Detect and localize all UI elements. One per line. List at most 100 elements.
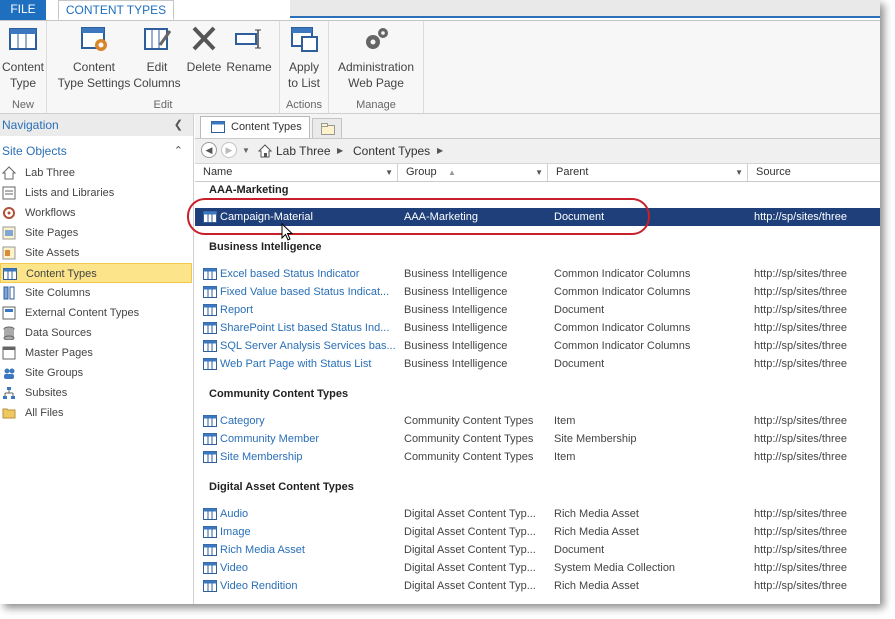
- nav-item-subsites[interactable]: Subsites: [0, 383, 192, 403]
- nav-item-lists-and-libraries[interactable]: Lists and Libraries: [0, 183, 192, 203]
- chevron-up-icon[interactable]: ⌃: [174, 141, 183, 161]
- history-dropdown-icon[interactable]: ▼: [242, 139, 250, 163]
- cell-source: http://sp/sites/three: [754, 286, 847, 298]
- column-header-name[interactable]: Name ▼: [195, 164, 398, 181]
- cell-group: Digital Asset Content Typ...: [404, 580, 536, 592]
- table-row[interactable]: Category Community Content Types Item http:…: [195, 412, 880, 430]
- rename-button[interactable]: Rename: [225, 25, 273, 75]
- tab-content-types[interactable]: CONTENT TYPES: [58, 0, 174, 20]
- table-row[interactable]: SQL Server Analysis Services bas... Busin…: [195, 337, 880, 355]
- cell-source: http://sp/sites/three: [754, 304, 847, 316]
- tab-file[interactable]: FILE: [0, 0, 46, 20]
- table-row[interactable]: Fixed Value based Status Indicat... Busin…: [195, 283, 880, 301]
- breadcrumb-item-content-types[interactable]: Content Types: [353, 139, 430, 163]
- content-type-icon: [211, 121, 225, 133]
- cell-name[interactable]: Excel based Status Indicator: [220, 265, 395, 283]
- tab-content-types-document[interactable]: Content Types: [200, 116, 310, 138]
- content-type-button[interactable]: Content Type: [0, 25, 46, 91]
- cell-parent: Rich Media Asset: [554, 526, 639, 538]
- cell-name[interactable]: Web Part Page with Status List: [220, 355, 395, 373]
- new-tab-button[interactable]: [312, 118, 342, 138]
- table-row[interactable]: Video Digital Asset Content Typ... System …: [195, 559, 880, 577]
- group-label-edit: Edit: [153, 99, 173, 111]
- administration-web-page-button[interactable]: Administration Web Page: [329, 25, 423, 91]
- delete-label: Delete: [186, 60, 222, 74]
- nav-item-external-content-types[interactable]: External Content Types: [0, 303, 192, 323]
- apply-list-icon: [291, 27, 318, 52]
- table-row[interactable]: SharePoint List based Status Ind... Busin…: [195, 319, 880, 337]
- table-row[interactable]: Campaign-Material AAA-Marketing Document ht…: [195, 208, 880, 226]
- cell-name[interactable]: SharePoint List based Status Ind...: [220, 319, 395, 337]
- nav-item-site-groups[interactable]: Site Groups: [0, 363, 192, 383]
- collapse-left-icon[interactable]: ❮: [174, 114, 183, 136]
- nav-item-site-columns[interactable]: Site Columns: [0, 283, 192, 303]
- cell-name[interactable]: Campaign-Material: [220, 208, 395, 226]
- home-icon: [258, 144, 272, 158]
- content-type-icon: [9, 28, 37, 50]
- breadcrumb-item-lab-three[interactable]: Lab Three: [276, 139, 331, 163]
- cell-name[interactable]: Audio: [220, 505, 395, 523]
- table-row[interactable]: Excel based Status Indicator Business Int…: [195, 265, 880, 283]
- apply-to-list-button[interactable]: Apply to List: [280, 25, 328, 91]
- cell-name[interactable]: SQL Server Analysis Services bas...: [220, 337, 395, 355]
- filter-dropdown-icon[interactable]: ▼: [385, 164, 393, 181]
- pages-icon: [2, 226, 16, 240]
- cell-name[interactable]: Video Rendition: [220, 577, 395, 595]
- cell-name[interactable]: Community Member: [220, 430, 395, 448]
- nav-item-workflows[interactable]: Workflows: [0, 203, 192, 223]
- table-row[interactable]: Web Part Page with Status List Business I…: [195, 355, 880, 373]
- cell-group: Digital Asset Content Typ...: [404, 562, 536, 574]
- cell-name[interactable]: Fixed Value based Status Indicat...: [220, 283, 395, 301]
- cell-name[interactable]: Site Membership: [220, 448, 395, 466]
- admin-label-2: Web Page: [348, 76, 404, 90]
- edit-columns-label-2: Columns: [133, 76, 181, 90]
- navigation-pane: Navigation ❮ Site Objects ⌃ Lab Three Lis…: [0, 114, 194, 604]
- content-type-icon: [203, 544, 217, 556]
- cell-name[interactable]: Rich Media Asset: [220, 541, 395, 559]
- cell-name[interactable]: Image: [220, 523, 395, 541]
- breadcrumb-separator-icon[interactable]: ▶: [337, 139, 343, 163]
- nav-item-data-sources[interactable]: Data Sources: [0, 323, 192, 343]
- cell-group: Business Intelligence: [404, 286, 508, 298]
- cell-name[interactable]: Video: [220, 559, 395, 577]
- column-header-source[interactable]: Source: [748, 164, 880, 181]
- rename-icon: [235, 29, 261, 49]
- cell-source: http://sp/sites/three: [754, 340, 847, 352]
- column-header-group[interactable]: Group ▲ ▼: [398, 164, 548, 181]
- nav-item-all-files[interactable]: All Files: [0, 403, 192, 423]
- table-row[interactable]: Audio Digital Asset Content Typ... Rich Me…: [195, 505, 880, 523]
- nav-item-label: External Content Types: [25, 307, 140, 319]
- cell-name[interactable]: Category: [220, 412, 395, 430]
- table-row[interactable]: Report Business Intelligence Document http:…: [195, 301, 880, 319]
- forward-button[interactable]: ▶: [221, 142, 237, 158]
- nav-item-lab-three[interactable]: Lab Three: [0, 163, 192, 183]
- cell-name[interactable]: Report: [220, 301, 395, 319]
- column-header-parent[interactable]: Parent ▼: [548, 164, 748, 181]
- back-button[interactable]: ◀: [201, 142, 217, 158]
- nav-item-site-pages[interactable]: Site Pages: [0, 223, 192, 243]
- nav-item-content-types[interactable]: Content Types: [0, 263, 192, 283]
- nav-item-label: Lab Three: [25, 167, 75, 179]
- nav-item-label: Data Sources: [25, 327, 92, 339]
- table-row[interactable]: Community Member Community Content Types S…: [195, 430, 880, 448]
- cell-group: Community Content Types: [404, 415, 534, 427]
- table-row[interactable]: Image Digital Asset Content Typ... Rich Me…: [195, 523, 880, 541]
- site-objects-header[interactable]: Site Objects ⌃: [0, 141, 193, 161]
- nav-item-master-pages[interactable]: Master Pages: [0, 343, 192, 363]
- subsites-icon: [3, 387, 15, 399]
- delete-button[interactable]: Delete: [183, 25, 225, 75]
- edit-columns-label-1: Edit: [146, 60, 168, 74]
- table-row[interactable]: Site Membership Community Content Types It…: [195, 448, 880, 466]
- breadcrumb-separator-icon[interactable]: ▶: [437, 139, 443, 163]
- content-type-settings-button[interactable]: Content Type Settings: [55, 25, 133, 91]
- document-tab-label: Content Types: [231, 121, 302, 133]
- filter-dropdown-icon[interactable]: ▼: [735, 164, 743, 181]
- nav-item-site-assets[interactable]: Site Assets: [0, 243, 192, 263]
- navigation-header[interactable]: Navigation ❮: [0, 114, 193, 136]
- table-row[interactable]: Video Rendition Digital Asset Content Typ…: [195, 577, 880, 595]
- column-group-label: Group: [406, 166, 437, 178]
- filter-dropdown-icon[interactable]: ▼: [535, 164, 543, 181]
- edit-columns-button[interactable]: Edit Columns: [131, 25, 183, 91]
- table-row[interactable]: Rich Media Asset Digital Asset Content Ty…: [195, 541, 880, 559]
- content-type-icon: [203, 322, 217, 334]
